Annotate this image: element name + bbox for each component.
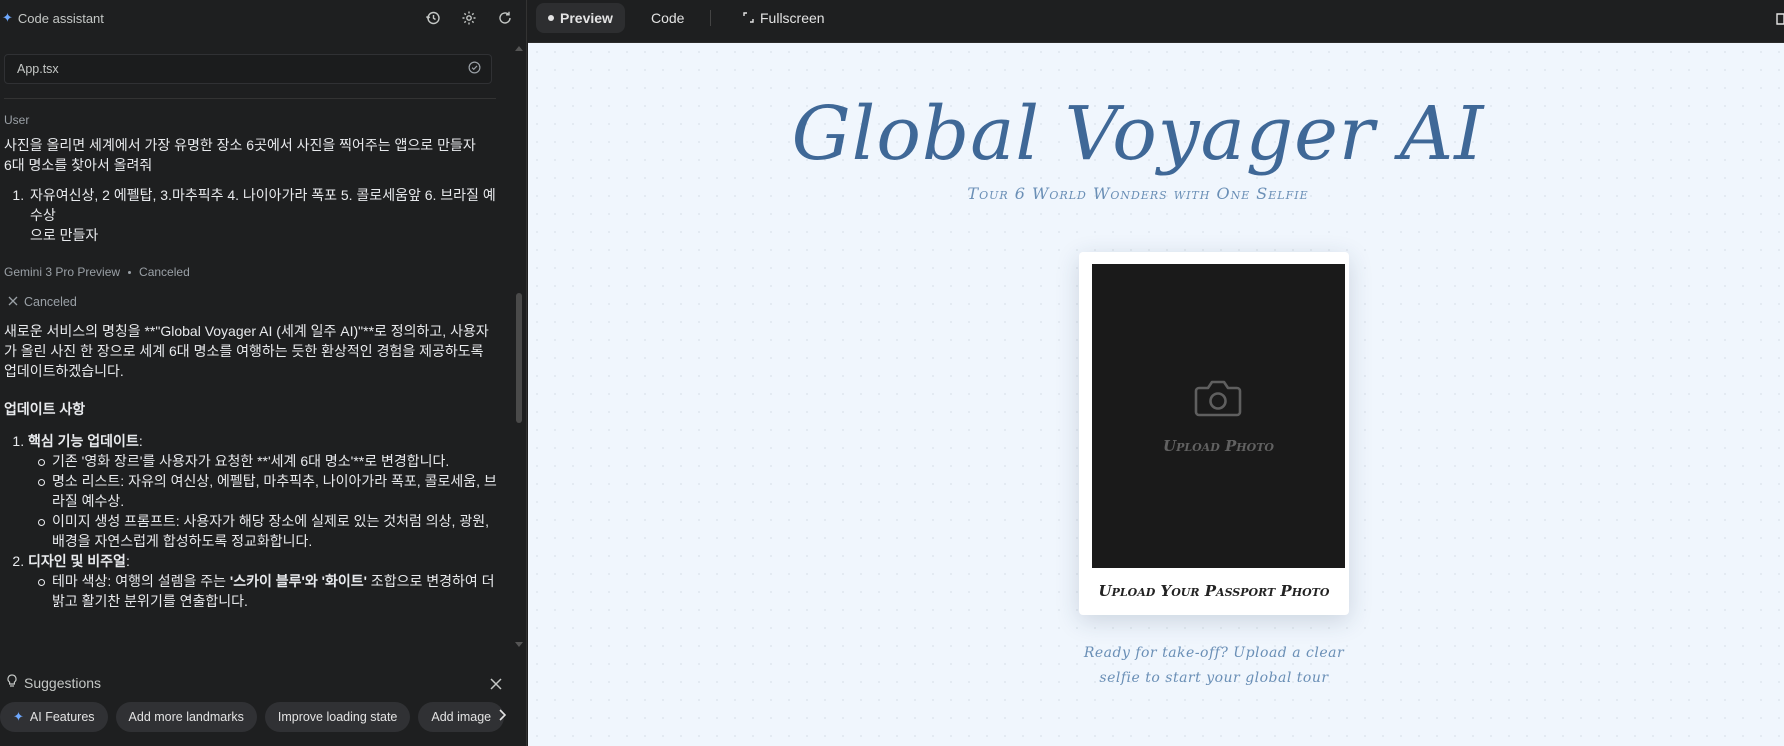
divider	[4, 98, 496, 99]
expand-icon	[743, 10, 754, 26]
list-item: 명소 리스트: 자유의 여신상, 에펠탑, 마추픽추, 나이아가라 폭포, 콜로…	[38, 471, 499, 511]
list-item: 자유여신상, 2 에펠탑, 3.마추픽추 4. 나이아가라 폭포 5. 콜로세움…	[28, 185, 499, 245]
app-preview: Global Voyager AI Tour 6 World Wonders w…	[528, 43, 1784, 746]
window-icon[interactable]	[1776, 12, 1784, 30]
model-name: Gemini 3 Pro Preview	[4, 265, 121, 279]
suggestions-panel: Suggestions ✦ AI Features Add more landm…	[0, 664, 526, 746]
suggestion-chips: ✦ AI Features Add more landmarks Improve…	[0, 702, 510, 732]
active-dot-icon	[548, 15, 554, 21]
camera-icon	[1193, 376, 1243, 425]
bullet-text: 테마 색상: 여행의 설렘을 주는	[52, 573, 230, 589]
chevron-right-icon[interactable]	[498, 708, 507, 726]
response-heading: 업데이트 사항	[4, 401, 86, 417]
list-item: 기존 '영화 장르'를 사용자가 요청한 **'세계 6대 명소'**로 변경합…	[38, 451, 499, 471]
user-message-line-2: 6대 명소를 찾아서 올려줘	[4, 157, 153, 173]
upload-polaroid-card[interactable]: Upload Photo Upload Your Passport Photo	[1079, 252, 1349, 615]
tab-label: Code	[651, 10, 685, 26]
bullet-bold-text: '스카이 블루'와 '화이트'	[229, 573, 367, 589]
sub-list: 기존 '영화 장르'를 사용자가 요청한 **'세계 6대 명소'**로 변경합…	[28, 451, 499, 551]
chat-scroll-area[interactable]: App.tsx User 사진을 올리면 세계에서 가장 유명한 장소 6곳에서…	[0, 40, 510, 658]
close-suggestions-icon[interactable]	[486, 674, 506, 694]
assistant-header: ✦ Code assistant	[0, 0, 526, 36]
file-name: App.tsx	[17, 62, 59, 76]
chip-improve-loading-state[interactable]: Improve loading state	[264, 702, 411, 732]
user-role-label: User	[4, 113, 30, 127]
list-item-text: 자유여신상, 2 에펠탑, 3.마추픽추 4. 나이아가라 폭포 5. 콜로세움…	[30, 187, 496, 223]
list-item: 디자인 및 비주얼: 테마 색상: 여행의 설렘을 주는 '스카이 블루'와 '…	[28, 551, 499, 611]
response-list: 핵심 기능 업데이트: 기존 '영화 장르'를 사용자가 요청한 **'세계 6…	[4, 431, 499, 611]
canceled-notice: Canceled	[4, 295, 510, 309]
upload-photo-label: Upload Photo	[1163, 437, 1274, 455]
refresh-icon[interactable]	[495, 8, 515, 28]
photo-dropzone[interactable]: Upload Photo	[1092, 264, 1345, 568]
model-status: Canceled	[139, 265, 190, 279]
gear-icon[interactable]	[459, 8, 479, 28]
suggestions-label: Suggestions	[24, 674, 102, 691]
chat-scrollbar[interactable]	[514, 40, 524, 658]
check-circle-icon	[468, 61, 481, 77]
sparkle-icon: ✦	[13, 709, 24, 724]
model-response: 새로운 서비스의 명칭을 **"Global Voyager AI (세계 일주…	[4, 321, 499, 611]
chip-ai-features[interactable]: ✦ AI Features	[0, 702, 108, 732]
tab-preview[interactable]: Preview	[536, 3, 625, 33]
assistant-actions	[423, 8, 515, 28]
assistant-title: ✦ Code assistant	[2, 10, 104, 26]
sparkle-icon: ✦	[2, 10, 13, 25]
list-item: 테마 색상: 여행의 설렘을 주는 '스카이 블루'와 '화이트' 조합으로 변…	[38, 571, 499, 611]
separator-dot	[128, 270, 132, 274]
code-assistant-panel: ✦ Code assistant App.tsx User 사진을 올리면 세계…	[0, 0, 527, 746]
user-message-line-1: 사진을 올리면 세계에서 가장 유명한 장소 6곳에서 사진을 찍어주는 앱으로…	[4, 137, 476, 153]
app-subtitle: Tour 6 World Wonders with One Selfie	[967, 184, 1309, 203]
canceled-label: Canceled	[24, 295, 77, 309]
response-intro: 새로운 서비스의 명칭을 **"Global Voyager AI (세계 일주…	[4, 323, 489, 379]
list-item-tail: 으로 만들자	[30, 227, 99, 243]
tab-label: Preview	[560, 10, 613, 26]
scroll-up-arrow-icon[interactable]	[515, 46, 523, 51]
history-icon[interactable]	[423, 8, 443, 28]
toolbar-separator	[710, 10, 711, 26]
hint-line-2: selfie to start your global tour	[1099, 670, 1329, 686]
chip-add-more-landmarks[interactable]: Add more landmarks	[115, 702, 257, 732]
tab-code[interactable]: Code	[639, 3, 696, 33]
chip-label: Add image	[431, 710, 492, 724]
list-item: 이미지 생성 프롬프트: 사용자가 해당 장소에 실제로 있는 것처럼 의상, …	[38, 511, 499, 551]
chip-label: AI Features	[29, 710, 95, 724]
file-card[interactable]: App.tsx	[4, 54, 492, 84]
list-item: 핵심 기능 업데이트: 기존 '영화 장르'를 사용자가 요청한 **'세계 6…	[28, 431, 499, 551]
scrollbar-thumb[interactable]	[516, 293, 522, 423]
scroll-down-arrow-icon[interactable]	[515, 642, 523, 647]
chip-add-image[interactable]: Add image	[418, 702, 505, 732]
sub-list: 테마 색상: 여행의 설렘을 주는 '스카이 블루'와 '화이트' 조합으로 변…	[28, 571, 499, 611]
polaroid-caption: Upload Your Passport Photo	[1098, 582, 1330, 600]
upload-hint: Ready for take-off? Upload a clear selfi…	[1068, 641, 1360, 691]
close-icon	[8, 295, 18, 309]
section-title: 디자인 및 비주얼	[28, 553, 126, 569]
fullscreen-button[interactable]: Fullscreen	[731, 3, 837, 33]
app-title: Global Voyager AI	[791, 91, 1485, 177]
chip-label: Add more landmarks	[128, 710, 244, 724]
preview-toolbar: Preview Code Fullscreen	[528, 0, 1784, 43]
hint-line-1: Ready for take-off? Upload a clear	[1083, 645, 1345, 661]
chip-label: Improve loading state	[277, 710, 398, 724]
assistant-title-label: Code assistant	[17, 10, 104, 26]
section-title: 핵심 기능 업데이트	[28, 433, 139, 449]
user-message: 사진을 올리면 세계에서 가장 유명한 장소 6곳에서 사진을 찍어주는 앱으로…	[4, 135, 499, 245]
suggestions-header: Suggestions	[6, 674, 101, 691]
lightbulb-icon	[6, 674, 18, 691]
model-meta: Gemini 3 Pro Preview Canceled	[4, 265, 510, 279]
fullscreen-label: Fullscreen	[760, 10, 825, 26]
user-message-list: 자유여신상, 2 에펠탑, 3.마추픽추 4. 나이아가라 폭포 5. 콜로세움…	[4, 185, 499, 245]
